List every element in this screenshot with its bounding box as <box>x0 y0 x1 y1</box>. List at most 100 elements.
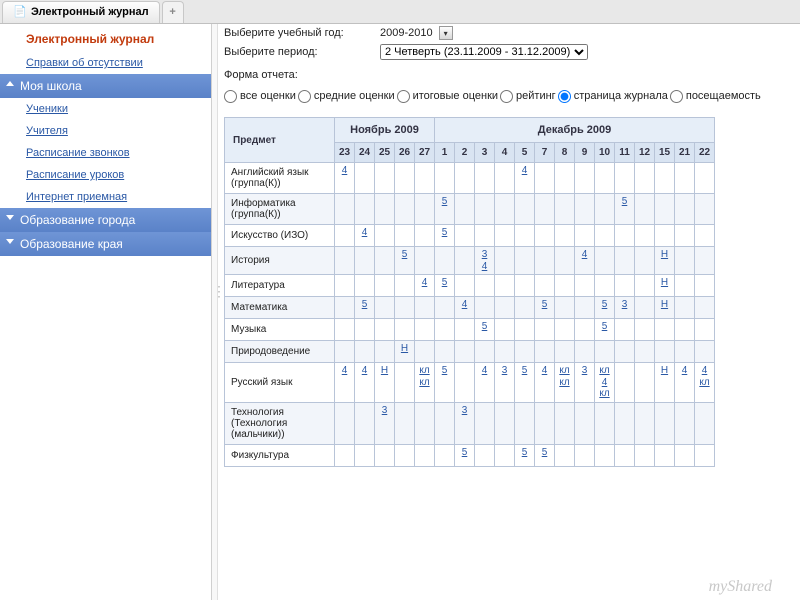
grade-mark[interactable]: 5 <box>477 321 492 333</box>
grade-mark[interactable]: 3 <box>477 249 492 261</box>
report-radio-input[interactable] <box>224 90 237 103</box>
grade-mark[interactable]: 5 <box>437 277 452 289</box>
grade-mark[interactable]: кл <box>697 377 712 389</box>
report-radio-input[interactable] <box>397 90 410 103</box>
grade-mark[interactable]: 5 <box>437 196 452 208</box>
tab-active[interactable]: Электронный журнал <box>2 1 160 23</box>
sidebar-cat-myschool[interactable]: Моя школа <box>0 74 211 98</box>
grade-mark[interactable]: кл <box>597 388 612 400</box>
grade-mark[interactable]: 3 <box>577 365 592 377</box>
grade-cell <box>575 275 595 297</box>
grade-cell <box>655 225 675 247</box>
tab-title: Электронный журнал <box>31 6 149 18</box>
grade-mark[interactable]: 5 <box>597 321 612 333</box>
grade-mark[interactable]: Н <box>657 277 672 289</box>
grade-mark[interactable]: 4 <box>337 365 352 377</box>
grade-cell: 5 <box>615 194 635 225</box>
grade-cell <box>575 225 595 247</box>
grade-cell <box>395 163 415 194</box>
grade-mark[interactable]: 5 <box>397 249 412 261</box>
grade-mark[interactable]: 4 <box>357 227 372 239</box>
report-radio-input[interactable] <box>500 90 513 103</box>
report-radio-input[interactable] <box>298 90 311 103</box>
grade-mark[interactable]: 4 <box>597 377 612 389</box>
period-select[interactable]: 2 Четверть (23.11.2009 - 31.12.2009) <box>380 44 588 60</box>
sidebar-item-teachers[interactable]: Учителя <box>0 120 211 142</box>
grade-mark[interactable]: кл <box>597 365 612 377</box>
tab-bar: Электронный журнал + <box>0 0 800 24</box>
grade-mark[interactable]: Н <box>657 365 672 377</box>
grade-mark[interactable]: 5 <box>597 299 612 311</box>
grade-mark[interactable]: 5 <box>617 196 632 208</box>
grade-cell <box>655 163 675 194</box>
grade-cell <box>435 444 455 466</box>
grade-mark[interactable]: 4 <box>577 249 592 261</box>
grade-mark[interactable]: 5 <box>357 299 372 311</box>
grade-mark[interactable]: 4 <box>677 365 692 377</box>
splitter-handle[interactable] <box>212 24 218 600</box>
table-row: Русский язык44Нклкл54354клкл3кл4клН44кл <box>225 363 715 403</box>
grade-mark[interactable]: 4 <box>477 365 492 377</box>
grade-mark[interactable]: 3 <box>617 299 632 311</box>
grade-mark[interactable]: Н <box>657 249 672 261</box>
report-radio-input[interactable] <box>670 90 683 103</box>
grade-cell: 3 <box>455 402 475 444</box>
grade-mark[interactable]: 5 <box>537 447 552 459</box>
year-dropdown-button[interactable]: ▾ <box>439 26 453 40</box>
day-header: 15 <box>655 143 675 163</box>
grade-mark[interactable]: кл <box>557 377 572 389</box>
month-header: Ноябрь 2009 <box>335 118 435 143</box>
grade-mark[interactable]: кл <box>557 365 572 377</box>
grade-mark[interactable]: 5 <box>517 365 532 377</box>
grade-mark[interactable]: 5 <box>457 447 472 459</box>
grade-mark[interactable]: 4 <box>457 299 472 311</box>
grade-cell <box>395 225 415 247</box>
grade-mark[interactable]: 4 <box>517 165 532 177</box>
grade-mark[interactable]: 4 <box>417 277 432 289</box>
sidebar-cat-city[interactable]: Образование города <box>0 208 211 232</box>
grade-mark[interactable]: Н <box>377 365 392 377</box>
report-radio-0[interactable]: все оценки <box>224 87 296 106</box>
grade-cell <box>335 341 355 363</box>
grade-mark[interactable]: Н <box>397 343 412 355</box>
grade-mark[interactable]: 3 <box>497 365 512 377</box>
grade-mark[interactable]: 3 <box>457 405 472 417</box>
grade-mark[interactable]: 4 <box>697 365 712 377</box>
grade-mark[interactable]: 4 <box>537 365 552 377</box>
grade-mark[interactable]: 4 <box>337 165 352 177</box>
report-radio-2[interactable]: итоговые оценки <box>397 87 498 106</box>
grade-mark[interactable]: 5 <box>437 365 452 377</box>
grade-mark[interactable]: кл <box>417 377 432 389</box>
sidebar-item-lessons[interactable]: Расписание уроков <box>0 164 211 186</box>
grade-mark[interactable]: 4 <box>477 261 492 273</box>
sidebar-item-reception[interactable]: Интернет приемная <box>0 186 211 208</box>
grade-mark[interactable]: 5 <box>517 447 532 459</box>
report-radio-4[interactable]: страница журнала <box>558 87 668 106</box>
grade-cell <box>515 402 535 444</box>
grade-cell <box>515 341 535 363</box>
grade-cell <box>595 444 615 466</box>
grade-cell: 4 <box>355 363 375 403</box>
report-radio-5[interactable]: посещаемость <box>670 87 761 106</box>
sidebar-item-bells[interactable]: Расписание звонков <box>0 142 211 164</box>
grade-mark[interactable]: 3 <box>377 405 392 417</box>
new-tab-button[interactable]: + <box>162 1 184 23</box>
sidebar-cat-region[interactable]: Образование края <box>0 232 211 256</box>
report-radio-input[interactable] <box>558 90 571 103</box>
grade-cell <box>655 444 675 466</box>
report-radio-3[interactable]: рейтинг <box>500 87 556 106</box>
grade-mark[interactable]: 4 <box>357 365 372 377</box>
report-radio-1[interactable]: средние оценки <box>298 87 395 106</box>
grade-mark[interactable]: 5 <box>537 299 552 311</box>
sidebar-link-absence[interactable]: Справки об отсутствии <box>0 52 211 74</box>
grade-mark[interactable]: Н <box>657 299 672 311</box>
grade-mark[interactable]: кл <box>417 365 432 377</box>
grade-cell <box>495 319 515 341</box>
grade-cell <box>455 363 475 403</box>
table-row: История5344Н <box>225 247 715 275</box>
grade-cell <box>595 402 615 444</box>
sidebar-item-students[interactable]: Ученики <box>0 98 211 120</box>
grade-cell <box>575 163 595 194</box>
grade-mark[interactable]: 5 <box>437 227 452 239</box>
grade-cell <box>495 275 515 297</box>
